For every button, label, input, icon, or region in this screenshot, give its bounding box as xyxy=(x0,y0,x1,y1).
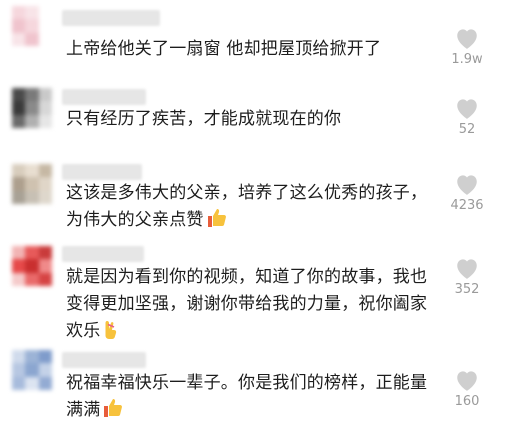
comment-text: 上帝给他关了一扇窗 他却把屋顶给掀开了 xyxy=(66,39,382,59)
like-count: 352 xyxy=(454,282,480,297)
avatar-pixel xyxy=(12,363,26,377)
heart-icon xyxy=(457,99,477,119)
heart-icon xyxy=(457,259,477,279)
username-blurred[interactable] xyxy=(62,89,146,105)
avatar-pixel xyxy=(25,350,39,364)
like-button[interactable]: 4236 xyxy=(445,172,489,213)
avatar-pixel xyxy=(12,376,26,390)
avatar-pixel xyxy=(25,272,39,286)
thumbs-up-icon xyxy=(104,399,123,417)
avatar-pixel xyxy=(12,177,26,191)
avatar-pixel xyxy=(38,88,52,102)
heart-icon xyxy=(457,29,477,49)
comment-text: 祝福幸福快乐一辈子。你是我们的榜样，正能量满满 xyxy=(66,370,434,424)
username-blurred[interactable] xyxy=(62,246,144,262)
avatar[interactable] xyxy=(12,6,52,46)
comment-text: 这该是多伟大的父亲，培养了这么优秀的孩子，为伟大的父亲点赞 xyxy=(66,180,434,234)
avatar-pixel xyxy=(25,177,39,191)
avatar-pixel xyxy=(38,32,52,46)
avatar-pixel xyxy=(25,259,39,273)
like-button[interactable]: 352 xyxy=(445,256,489,297)
avatar-pixel xyxy=(12,246,26,260)
comment-text: 就是因为看到你的视频，知道了你的故事，我也变得更加坚强，谢谢你带给我的力量，祝你… xyxy=(66,264,434,345)
avatar-pixel xyxy=(38,6,52,20)
avatar-pixel xyxy=(12,259,26,273)
heart-icon xyxy=(457,175,477,195)
avatar[interactable] xyxy=(12,88,52,128)
avatar-pixel xyxy=(25,363,39,377)
avatar-pixel xyxy=(25,19,39,33)
avatar-pixel xyxy=(38,272,52,286)
avatar-pixel xyxy=(25,32,39,46)
like-count: 4236 xyxy=(450,198,484,213)
avatar[interactable] xyxy=(12,164,52,204)
comment-item: 祝福幸福快乐一辈子。你是我们的榜样，正能量满满 160 xyxy=(0,344,512,438)
avatar-pixel xyxy=(38,259,52,273)
avatar-pixel xyxy=(25,246,39,260)
avatar-pixel xyxy=(12,6,26,20)
avatar-pixel xyxy=(38,376,52,390)
avatar-pixel xyxy=(38,350,52,364)
comment-text: 只有经历了疾苦，才能成就现在的你 xyxy=(66,109,342,129)
like-button[interactable]: 52 xyxy=(445,96,489,137)
avatar-pixel xyxy=(25,6,39,20)
avatar-pixel xyxy=(25,376,39,390)
avatar-pixel xyxy=(12,272,26,286)
username-blurred[interactable] xyxy=(62,352,146,368)
avatar-pixel xyxy=(38,363,52,377)
avatar-pixel xyxy=(12,19,26,33)
avatar-pixel xyxy=(38,114,52,128)
comment-item: 上帝给他关了一扇窗 他却把屋顶给掀开了 1.9w xyxy=(0,0,512,78)
avatar-pixel xyxy=(38,101,52,115)
comment-item: 就是因为看到你的视频，知道了你的故事，我也变得更加坚强，谢谢你带给我的力量，祝你… xyxy=(0,240,512,341)
avatar[interactable] xyxy=(12,350,52,390)
heart-icon xyxy=(457,371,477,391)
comment-text-body: 这该是多伟大的父亲，培养了这么优秀的孩子，为伟大的父亲点赞 xyxy=(66,183,428,230)
avatar-pixel xyxy=(25,164,39,178)
crossed-fingers-icon xyxy=(105,321,117,339)
avatar-pixel xyxy=(12,190,26,204)
avatar-pixel xyxy=(38,164,52,178)
comment-item: 这该是多伟大的父亲，培养了这么优秀的孩子，为伟大的父亲点赞 4236 xyxy=(0,156,512,238)
avatar-pixel xyxy=(38,177,52,191)
avatar-pixel xyxy=(25,114,39,128)
avatar-pixel xyxy=(38,19,52,33)
comment-item: 只有经历了疾苦，才能成就现在的你 52 xyxy=(0,80,512,142)
avatar-pixel xyxy=(25,101,39,115)
avatar-pixel xyxy=(12,164,26,178)
avatar-pixel xyxy=(25,88,39,102)
avatar-pixel xyxy=(12,114,26,128)
username-blurred[interactable] xyxy=(62,10,160,26)
like-button[interactable]: 1.9w xyxy=(445,26,489,67)
like-button[interactable]: 160 xyxy=(445,368,489,409)
like-count: 52 xyxy=(458,122,476,137)
avatar-pixel xyxy=(38,190,52,204)
avatar-pixel xyxy=(12,32,26,46)
avatar[interactable] xyxy=(12,246,52,286)
like-count: 1.9w xyxy=(451,52,483,67)
username-blurred[interactable] xyxy=(62,164,142,180)
avatar-pixel xyxy=(12,101,26,115)
thumbs-up-icon xyxy=(207,209,226,227)
like-count: 160 xyxy=(454,394,480,409)
avatar-pixel xyxy=(25,190,39,204)
avatar-pixel xyxy=(38,246,52,260)
avatar-pixel xyxy=(12,88,26,102)
avatar-pixel xyxy=(12,350,26,364)
